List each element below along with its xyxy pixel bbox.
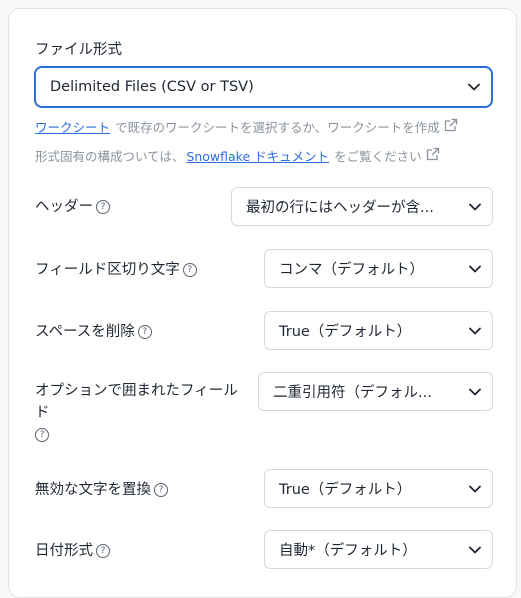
- chevron-down-icon: [458, 373, 492, 410]
- worksheet-hint-text: で既存のワークシートを選択するか、ワークシートを作成: [115, 120, 440, 135]
- worksheet-hint: ワークシート で既存のワークシートを選択するか、ワークシートを作成: [35, 117, 458, 136]
- chevron-down-icon: [458, 531, 492, 568]
- chevron-down-icon: [458, 250, 492, 287]
- enclosed-by-text-line2: ド: [35, 405, 50, 421]
- chevron-down-icon: [458, 470, 492, 507]
- docs-hint: 形式固有の構成ついては、 Snowflake ドキュメント をご覧ください: [35, 146, 440, 165]
- field-delimiter-label: フィールド区切り文字?: [35, 258, 197, 279]
- trim-space-text: スペースを削除: [35, 324, 135, 340]
- header-select-value: 最初の行にはヘッダーが含...: [246, 200, 434, 216]
- file-format-panel: ファイル形式 Delimited Files (CSV or TSV) ワークシ…: [8, 8, 517, 598]
- chevron-down-icon: [458, 312, 492, 349]
- file-format-value: Delimited Files (CSV or TSV): [50, 79, 254, 95]
- enclosed-by-select[interactable]: 二重引用符（デフォル...: [258, 372, 493, 411]
- question-circle-icon[interactable]: ?: [137, 325, 152, 339]
- header-option-text: ヘッダー: [35, 199, 93, 215]
- trim-space-label: スペースを削除?: [35, 320, 152, 341]
- field-delimiter-value: コンマ（デフォルト）: [279, 262, 424, 278]
- enclosed-by-label: オプションで囲まれたフィール ド ?: [35, 380, 238, 446]
- date-format-label: 日付形式?: [35, 539, 110, 560]
- question-circle-icon[interactable]: ?: [96, 544, 110, 558]
- docs-hint-suffix: をご覧ください: [334, 149, 422, 164]
- chevron-down-icon: [458, 188, 492, 225]
- external-link-icon[interactable]: [444, 118, 458, 135]
- date-format-text: 日付形式: [35, 543, 93, 559]
- field-delimiter-select[interactable]: コンマ（デフォルト）: [264, 249, 493, 288]
- chevron-down-icon: [457, 68, 491, 106]
- replace-invalid-value: True（デフォルト）: [279, 482, 412, 498]
- trim-space-select[interactable]: True（デフォルト）: [264, 311, 493, 350]
- replace-invalid-text: 無効な文字を置換: [35, 482, 151, 498]
- trim-space-value: True（デフォルト）: [279, 324, 412, 340]
- enclosed-by-value: 二重引用符（デフォル...: [273, 385, 432, 401]
- replace-invalid-label: 無効な文字を置換?: [35, 478, 168, 499]
- question-circle-icon[interactable]: ?: [35, 428, 49, 442]
- docs-hint-prefix: 形式固有の構成ついては、: [35, 149, 185, 164]
- worksheet-link[interactable]: ワークシート: [35, 117, 110, 136]
- header-select[interactable]: 最初の行にはヘッダーが含...: [231, 187, 493, 226]
- date-format-value: 自動*（デフォルト）: [279, 543, 417, 559]
- file-format-select[interactable]: Delimited Files (CSV or TSV): [34, 66, 493, 108]
- field-delimiter-text: フィールド区切り文字: [35, 262, 180, 278]
- question-circle-icon[interactable]: ?: [154, 483, 168, 497]
- file-format-label: ファイル形式: [35, 42, 122, 58]
- replace-invalid-select[interactable]: True（デフォルト）: [264, 469, 493, 508]
- enclosed-by-text-line1: オプションで囲まれたフィール: [35, 383, 238, 399]
- external-link-icon[interactable]: [426, 147, 440, 164]
- header-option-label: ヘッダー?: [35, 195, 110, 216]
- question-circle-icon[interactable]: ?: [182, 263, 197, 277]
- snowflake-docs-link[interactable]: Snowflake ドキュメント: [186, 146, 329, 165]
- date-format-select[interactable]: 自動*（デフォルト）: [264, 530, 493, 569]
- question-circle-icon[interactable]: ?: [96, 200, 110, 214]
